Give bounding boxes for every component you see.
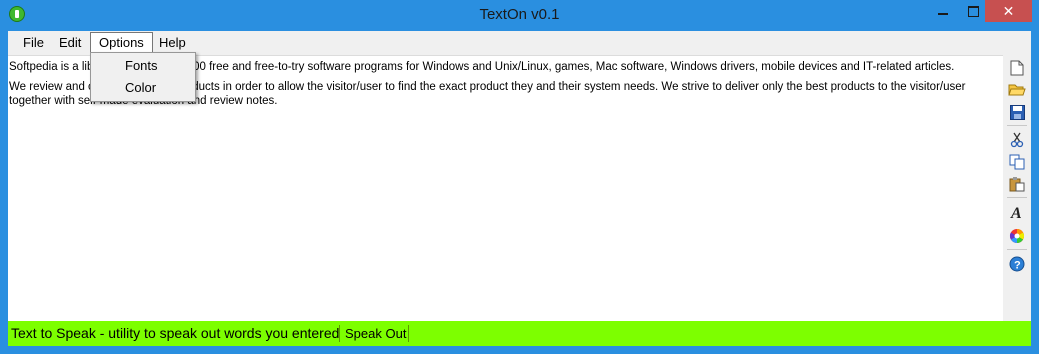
svg-text:A: A [1010, 205, 1022, 220]
menu-file[interactable]: File [15, 33, 52, 53]
paste-icon[interactable] [1008, 175, 1026, 193]
speak-out-button[interactable]: Speak Out [345, 326, 406, 341]
status-bar: Text to Speak - utility to speak out wor… [8, 321, 1031, 346]
toolbar-divider [1007, 249, 1027, 250]
new-file-icon[interactable] [1008, 59, 1026, 77]
menu-bar: File Edit Options Help [8, 31, 1031, 53]
toolbar-divider [1007, 197, 1027, 198]
svg-text:?: ? [1014, 260, 1021, 272]
save-icon[interactable] [1008, 103, 1026, 121]
menu-item-fonts[interactable]: Fonts [125, 58, 158, 73]
maximize-icon [967, 5, 979, 17]
cut-icon[interactable] [1008, 131, 1026, 149]
title-bar[interactable]: TextOn v0.1 ✕ [0, 0, 1039, 30]
minimize-icon [938, 13, 948, 15]
app-window: TextOn v0.1 ✕ File Edit Options Help Sof… [0, 0, 1039, 354]
menu-edit[interactable]: Edit [51, 33, 89, 53]
window-title: TextOn v0.1 [479, 6, 560, 23]
menu-item-color[interactable]: Color [125, 80, 156, 95]
color-wheel-icon[interactable] [1008, 227, 1026, 245]
menu-help[interactable]: Help [151, 33, 194, 53]
status-divider [408, 325, 409, 342]
toolbar-divider [1007, 125, 1027, 126]
options-dropdown-menu: Fonts Color [90, 52, 196, 102]
help-icon[interactable]: ? [1008, 255, 1026, 273]
close-icon: ✕ [1002, 2, 1015, 19]
close-button[interactable]: ✕ [985, 0, 1032, 22]
minimize-button[interactable] [929, 0, 957, 22]
menu-options[interactable]: Options [90, 32, 153, 53]
font-icon[interactable]: A [1008, 203, 1026, 221]
client-area: File Edit Options Help Softpedia is a li… [8, 31, 1031, 346]
status-divider [339, 325, 340, 342]
status-text: Text to Speak - utility to speak out wor… [11, 325, 340, 341]
open-folder-icon[interactable] [1008, 81, 1026, 99]
copy-icon[interactable] [1008, 153, 1026, 171]
maximize-button[interactable] [959, 0, 987, 22]
side-toolbar: A ? [1003, 55, 1031, 321]
